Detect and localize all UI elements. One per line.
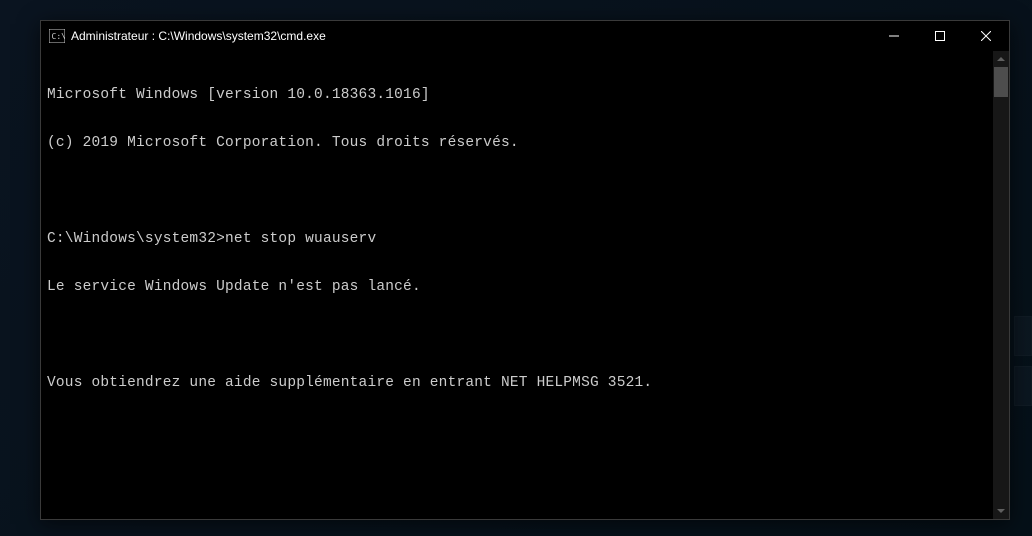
cmd-icon: C:\	[49, 29, 65, 43]
scroll-up-button[interactable]	[993, 51, 1009, 67]
terminal-line: Microsoft Windows [version 10.0.18363.10…	[47, 87, 987, 103]
terminal-line	[47, 327, 987, 343]
terminal-output[interactable]: Microsoft Windows [version 10.0.18363.10…	[41, 51, 993, 519]
scrollbar[interactable]	[993, 51, 1009, 519]
terminal-line	[47, 423, 987, 439]
terminal-body: Microsoft Windows [version 10.0.18363.10…	[41, 51, 1009, 519]
terminal-line: C:\Windows\system32>net stop wuauserv	[47, 231, 987, 247]
window-controls	[871, 21, 1009, 51]
terminal-line	[47, 471, 987, 487]
svg-text:C:\: C:\	[52, 32, 66, 41]
terminal-line: Le service Windows Update n'est pas lanc…	[47, 279, 987, 295]
maximize-button[interactable]	[917, 21, 963, 51]
scroll-down-button[interactable]	[993, 503, 1009, 519]
cmd-window: C:\ Administrateur : C:\Windows\system32…	[40, 20, 1010, 520]
terminal-line: (c) 2019 Microsoft Corporation. Tous dro…	[47, 135, 987, 151]
window-title: Administrateur : C:\Windows\system32\cmd…	[71, 29, 871, 43]
minimize-button[interactable]	[871, 21, 917, 51]
titlebar[interactable]: C:\ Administrateur : C:\Windows\system32…	[41, 21, 1009, 51]
terminal-line: Vous obtiendrez une aide supplémentaire …	[47, 375, 987, 391]
scroll-thumb[interactable]	[994, 67, 1008, 97]
close-button[interactable]	[963, 21, 1009, 51]
terminal-line	[47, 183, 987, 199]
